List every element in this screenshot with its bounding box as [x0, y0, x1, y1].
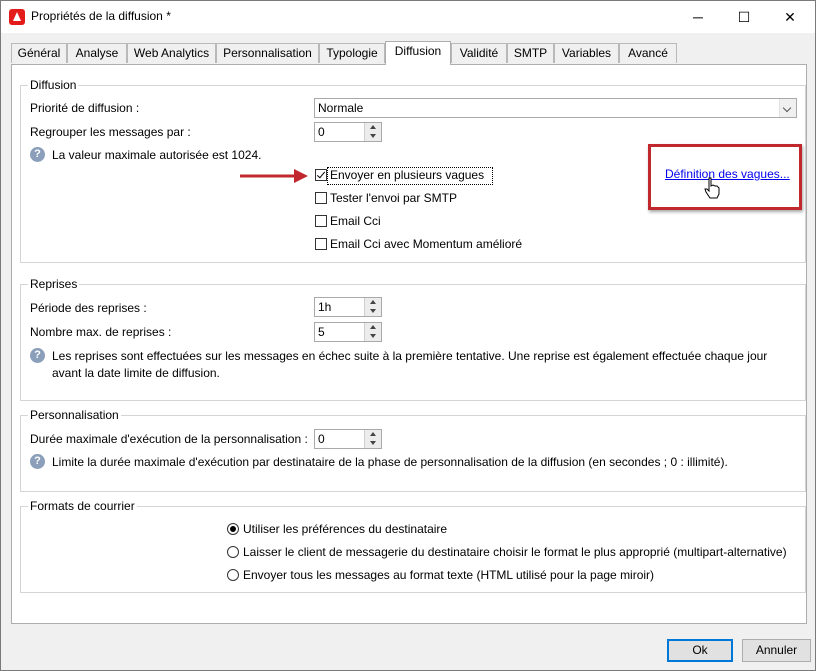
question-circle-icon: ?	[30, 147, 45, 162]
decrement-button[interactable]	[365, 439, 381, 448]
question-circle-icon: ?	[30, 454, 45, 469]
question-circle-icon: ?	[30, 348, 45, 363]
format-text-only-radio[interactable]	[227, 569, 239, 581]
multiple-waves-checkbox[interactable]	[315, 169, 327, 181]
group-messages-stepper[interactable]: 0	[314, 122, 382, 142]
retries-help-line-1: Les reprises sont effectuées sur les mes…	[52, 349, 768, 363]
format-recipient-preferences-label[interactable]: Utiliser les préférences du destinataire	[243, 522, 447, 536]
max-retries-value: 5	[318, 325, 325, 339]
minimize-button[interactable]: ─	[675, 1, 721, 33]
email-bcc-label[interactable]: Email Cci	[330, 214, 381, 228]
decrement-button[interactable]	[365, 132, 381, 141]
retry-period-label: Période des reprises :	[30, 301, 147, 315]
ok-button[interactable]: Ok	[667, 639, 733, 662]
retries-help-line-2: avant la date limite de diffusion.	[52, 366, 220, 380]
priority-value: Normale	[318, 101, 364, 115]
personalization-duration-label: Durée maximale d'exécution de la personn…	[30, 432, 308, 446]
tab-personnalisation[interactable]: Personnalisation	[216, 43, 319, 63]
format-multipart-label[interactable]: Laisser le client de messagerie du desti…	[243, 545, 787, 559]
max-value-help-text: La valeur maximale autorisée est 1024.	[52, 148, 262, 162]
waves-definition-link[interactable]: Définition des vagues...	[665, 167, 790, 181]
personnalisation-group-title: Personnalisation	[28, 408, 121, 422]
personalization-duration-value: 0	[318, 432, 325, 446]
format-multipart-radio[interactable]	[227, 546, 239, 558]
tab-panel-diffusion: Diffusion Priorité de diffusion : Normal…	[11, 64, 807, 624]
tab-variables[interactable]: Variables	[554, 43, 619, 63]
reprises-group-title: Reprises	[28, 277, 80, 291]
chevron-down-icon[interactable]	[779, 99, 796, 117]
smtp-test-checkbox[interactable]	[315, 192, 327, 204]
max-retries-label: Nombre max. de reprises :	[30, 325, 172, 339]
maximize-button[interactable]: ☐	[721, 1, 767, 33]
retry-period-value: 1h	[318, 300, 332, 314]
group-messages-value: 0	[318, 125, 325, 139]
email-bcc-momentum-checkbox[interactable]	[315, 238, 327, 250]
priority-label: Priorité de diffusion :	[30, 101, 140, 115]
hand-cursor-icon	[704, 177, 720, 199]
cancel-button[interactable]: Annuler	[742, 639, 811, 662]
tab-general[interactable]: Général	[11, 43, 67, 63]
multiple-waves-label[interactable]: Envoyer en plusieurs vagues	[330, 168, 484, 182]
retry-period-stepper[interactable]: 1h	[314, 297, 382, 317]
email-bcc-checkbox[interactable]	[315, 215, 327, 227]
title-bar: Propriétés de la diffusion * ─ ☐ ✕	[1, 1, 815, 33]
close-button[interactable]: ✕	[767, 1, 813, 33]
tab-smtp[interactable]: SMTP	[507, 43, 554, 63]
smtp-test-label[interactable]: Tester l'envoi par SMTP	[330, 191, 457, 205]
max-retries-stepper[interactable]: 5	[314, 322, 382, 342]
properties-dialog: Propriétés de la diffusion * ─ ☐ ✕ Génér…	[0, 0, 816, 671]
format-recipient-preferences-radio[interactable]	[227, 523, 239, 535]
adobe-app-icon	[9, 9, 25, 25]
email-bcc-momentum-label[interactable]: Email Cci avec Momentum amélioré	[330, 237, 522, 251]
tab-diffusion[interactable]: Diffusion	[385, 41, 451, 65]
tab-typologie[interactable]: Typologie	[319, 43, 385, 63]
personnalisation-group	[20, 415, 806, 492]
tab-analyse[interactable]: Analyse	[67, 43, 127, 63]
decrement-button[interactable]	[365, 307, 381, 316]
tab-validite[interactable]: Validité	[451, 43, 507, 63]
decrement-button[interactable]	[365, 332, 381, 341]
diffusion-group-title: Diffusion	[28, 78, 79, 92]
tab-web-analytics[interactable]: Web Analytics	[127, 43, 216, 63]
priority-select[interactable]: Normale	[314, 98, 797, 118]
window-title: Propriétés de la diffusion *	[31, 9, 171, 23]
format-text-only-label[interactable]: Envoyer tous les messages au format text…	[243, 568, 654, 582]
red-arrow-icon	[240, 169, 308, 183]
group-messages-label: Regrouper les messages par :	[30, 125, 191, 139]
mail-formats-group-title: Formats de courrier	[28, 499, 137, 513]
personalization-help-text: Limite la durée maximale d'exécution par…	[52, 455, 728, 469]
personalization-duration-stepper[interactable]: 0	[314, 429, 382, 449]
tab-avance[interactable]: Avancé	[619, 43, 677, 63]
